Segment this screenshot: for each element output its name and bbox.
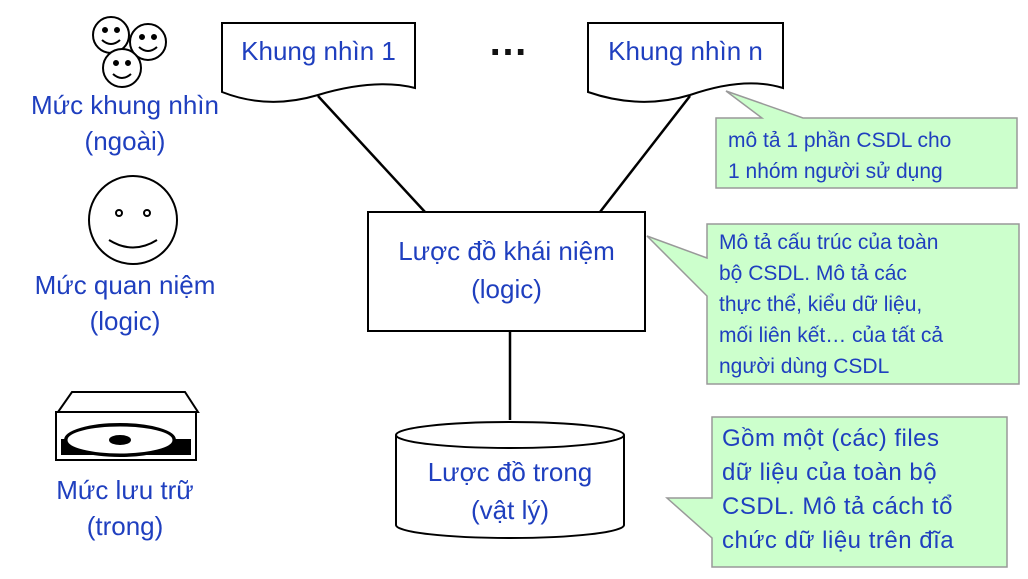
views-ellipsis: …: [488, 20, 531, 64]
internal-schema-label: Lược đồ trong (vật lý): [396, 453, 624, 529]
conceptual-schema-label: Lược đồ khái niệm (logic): [368, 232, 645, 308]
external-level-label: Mức khung nhìn (ngoài): [0, 87, 250, 159]
connector-viewn-conceptual: [599, 95, 691, 213]
conceptual-note-text: Mô tả cấu trúc của toàn bộ CSDL. Mô tả c…: [719, 231, 944, 378]
internal-level-label: Mức lưu trữ (trong): [0, 472, 250, 544]
conceptual-level-label: Mức quan niệm (logic): [0, 267, 250, 339]
disk-drive-icon: [55, 391, 200, 461]
views-note-text: mô tả 1 phần CSDL cho 1 nhóm người sử dụ…: [728, 129, 952, 183]
conceptual-schema-line1: Lược đồ khái niệm: [398, 236, 615, 266]
external-level-line2: (ngoài): [84, 126, 166, 156]
external-level-line1: Mức khung nhìn: [31, 90, 219, 120]
internal-level-line2: (trong): [86, 511, 164, 541]
view-n-label: Khung nhìn n: [608, 36, 763, 66]
internal-level-line1: Mức lưu trữ: [56, 475, 194, 505]
connector-view1-conceptual: [317, 95, 426, 213]
internal-note-text: Gồm một (các) files dữ liệu của toàn bộ …: [722, 425, 955, 554]
conceptual-level-line2: (logic): [89, 306, 161, 336]
conceptual-schema-line2: (logic): [471, 274, 542, 304]
internal-schema-line2: (vật lý): [471, 495, 549, 525]
smiley-face-icon: [88, 175, 178, 265]
conceptual-level-line1: Mức quan niệm: [34, 270, 216, 300]
view-1-label: Khung nhìn 1: [241, 36, 396, 66]
internal-schema-line1: Lược đồ trong: [427, 457, 593, 487]
group-faces-icon: [92, 16, 167, 88]
